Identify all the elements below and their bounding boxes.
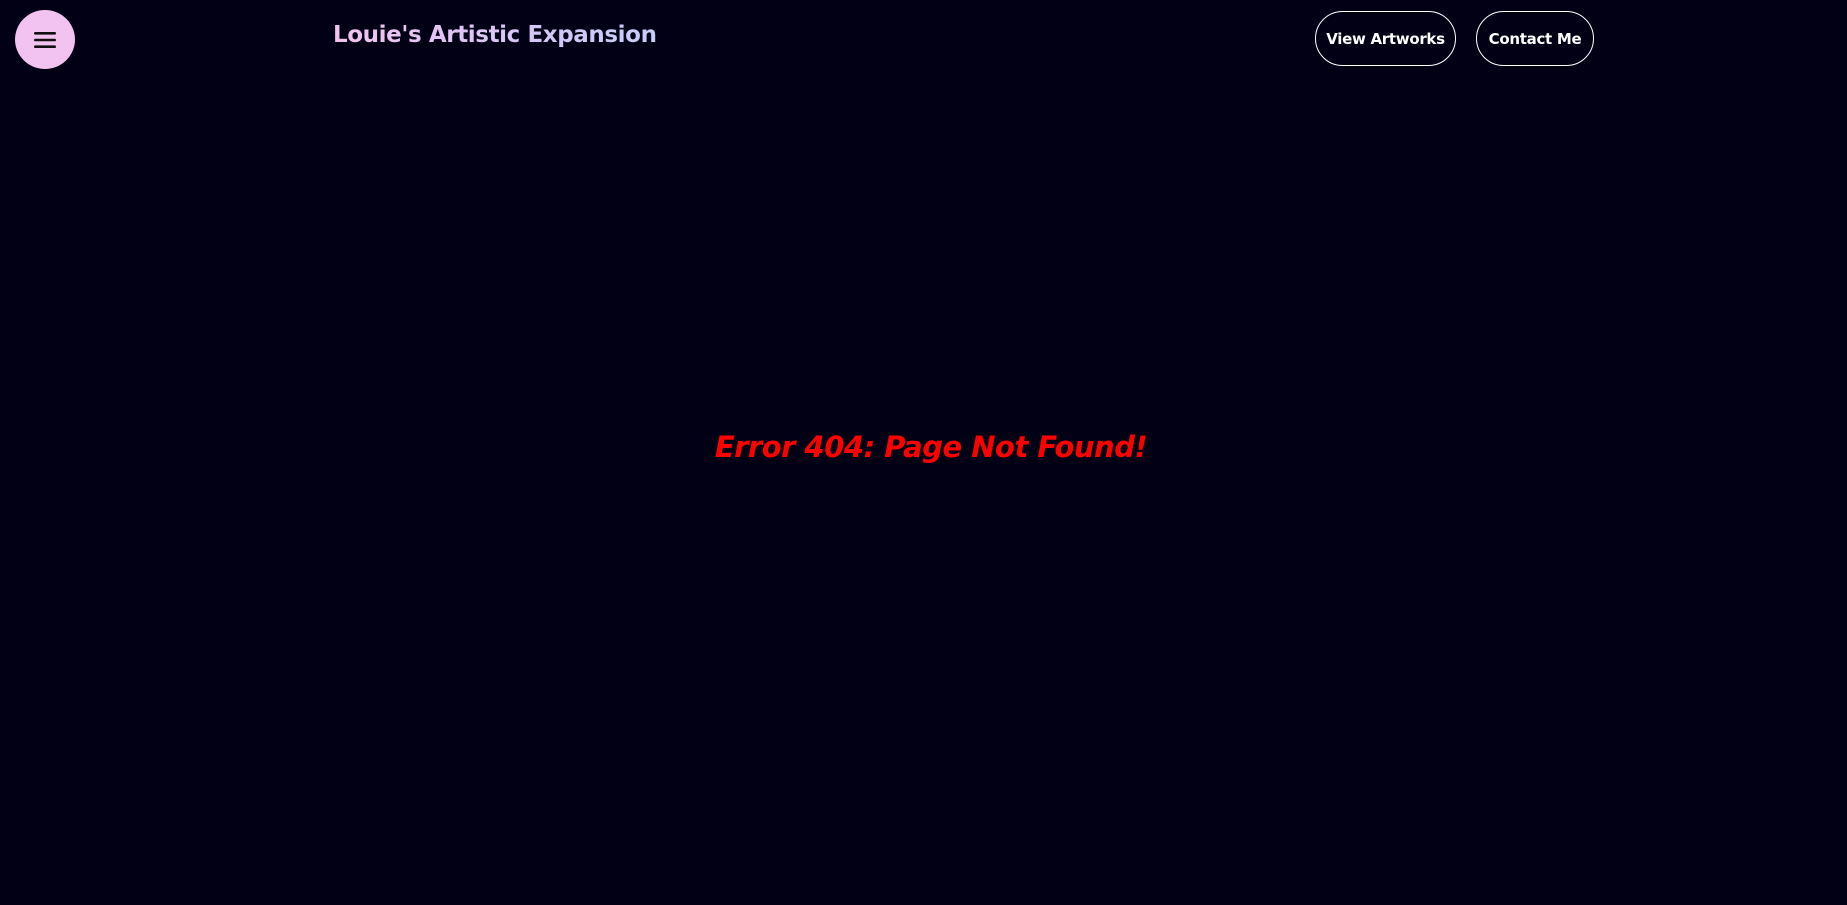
page: Louie's Artistic Expansion View Artworks… [0, 0, 1847, 905]
view-artworks-button[interactable]: View Artworks [1315, 11, 1456, 66]
menu-button[interactable] [15, 10, 75, 69]
contact-me-button[interactable]: Contact Me [1476, 11, 1594, 66]
site-title[interactable]: Louie's Artistic Expansion [333, 22, 657, 48]
error-message: Error 404: Page Not Found! [714, 430, 1148, 464]
view-artworks-label: View Artworks [1326, 29, 1445, 48]
hamburger-menu-icon [34, 31, 56, 48]
contact-me-label: Contact Me [1488, 29, 1582, 48]
